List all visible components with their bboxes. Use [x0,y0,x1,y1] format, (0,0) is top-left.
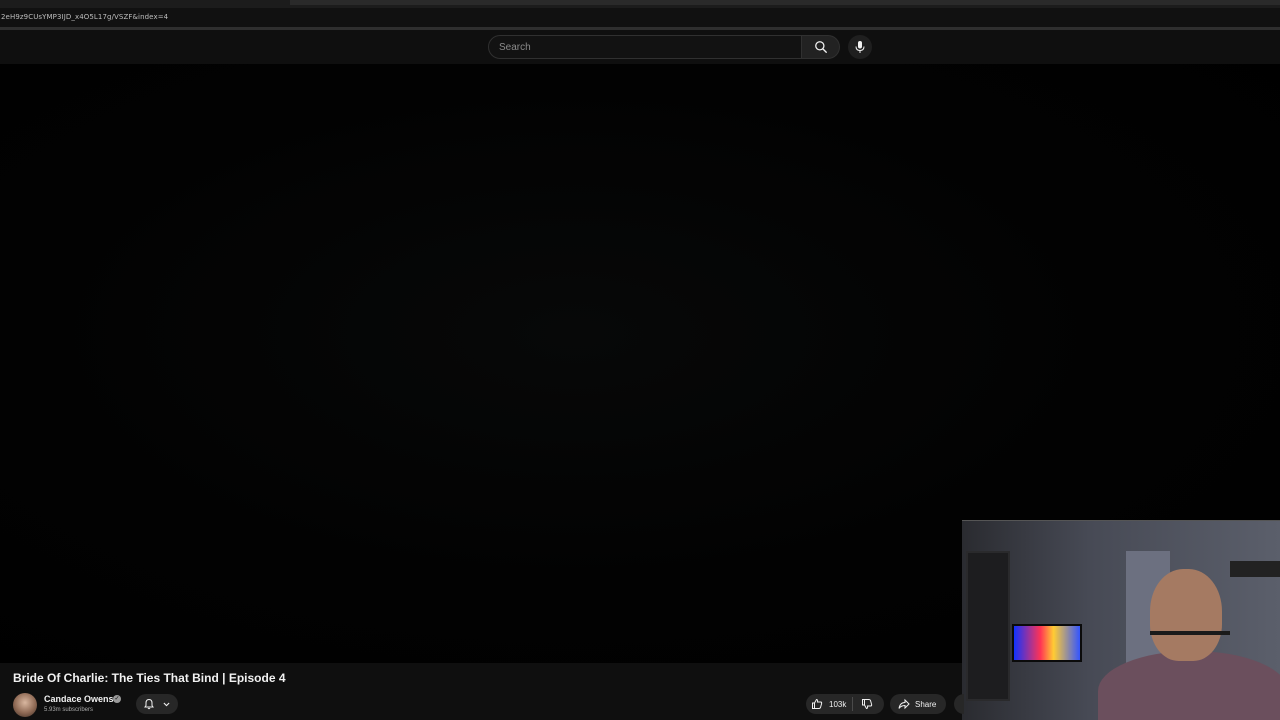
subscriber-count: 5.93m subscribers [44,707,94,713]
webcam-bookshelf [966,551,1010,701]
verified-checkmark-icon: ✓ [113,695,121,703]
share-button[interactable]: Share [890,694,946,714]
bell-icon [144,698,155,710]
browser-tab-area [290,0,1280,5]
like-count: 103k [829,699,847,709]
dislike-button[interactable] [853,698,881,710]
search-icon [814,41,827,53]
channel-name[interactable]: Candace Owens [44,694,114,704]
webcam-overlay [962,520,1280,720]
masthead [0,30,1280,64]
search-button[interactable] [802,35,840,59]
notification-bell-button[interactable] [136,694,178,714]
chevron-down-icon [163,702,170,706]
video-title: Bride Of Charlie: The Ties That Bind | E… [13,671,286,685]
webcam-person-glasses [1150,631,1230,649]
voice-search-button[interactable] [848,35,872,59]
search-input[interactable] [499,41,801,53]
share-label: Share [915,699,937,709]
thumbs-down-icon [862,699,873,710]
microphone-icon [855,41,865,53]
like-button[interactable]: 103k [806,697,854,711]
thumbs-up-icon [812,698,823,709]
share-arrow-icon [898,698,910,710]
search-box[interactable] [488,35,802,59]
webcam-tv-screen [1012,624,1082,662]
browser-address-bar[interactable]: 2eH9z9CUsYMP3IJD_x4O5L17g/VSZF&index=4 [0,8,1280,30]
channel-avatar[interactable] [13,693,37,717]
like-dislike-group: 103k [806,694,884,714]
browser-tab-strip [0,0,1280,8]
url-text[interactable]: 2eH9z9CUsYMP3IJD_x4O5L17g/VSZF&index=4 [1,13,168,21]
webcam-lamp [1230,561,1280,577]
